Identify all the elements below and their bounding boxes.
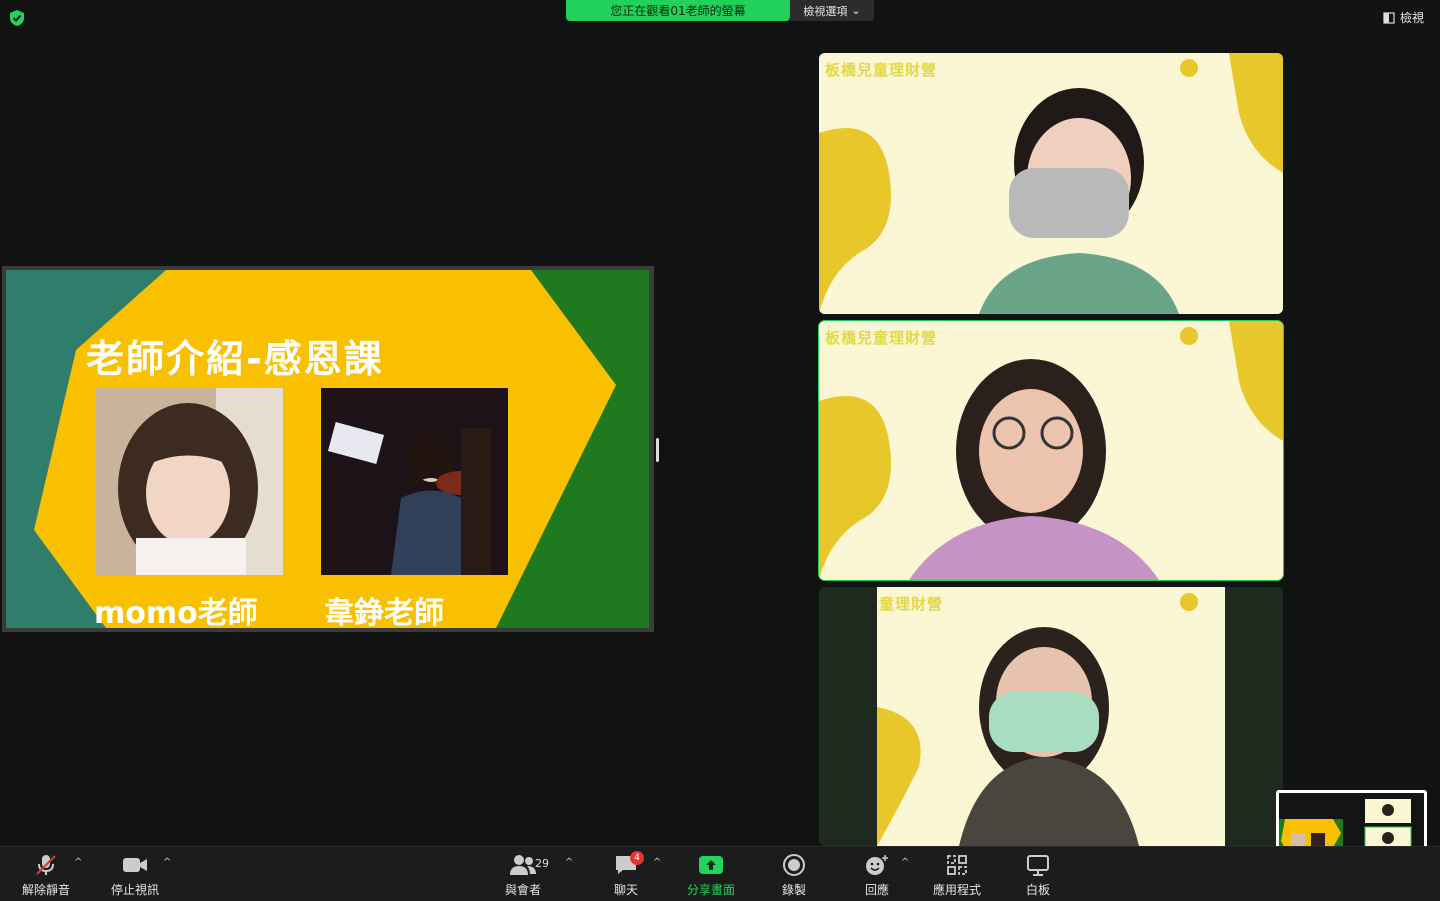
panel-resize-handle[interactable] [656, 438, 659, 462]
participant-3-video [819, 587, 1283, 846]
chevron-down-icon: ⌄ [851, 4, 861, 17]
banner-text: 您正在觀看01老師的螢幕 [610, 4, 746, 18]
video-options-caret-icon[interactable]: ^ [163, 857, 171, 868]
chat-unread-badge: 4 [630, 851, 644, 865]
teacher-photo-momo [96, 388, 283, 575]
participant-1-video [819, 53, 1283, 314]
chat-label: 聊天 [613, 883, 638, 897]
apps-icon [947, 855, 967, 875]
video-tile-participant-3[interactable]: 童理財營 [819, 587, 1283, 846]
reactions-options-caret-icon[interactable]: ^ [901, 857, 909, 868]
viewing-screen-banner: 您正在觀看01老師的螢幕 [566, 0, 790, 21]
tile-background-text: 板橋兒童理財營 [825, 329, 938, 347]
record-label: 錄製 [781, 883, 806, 897]
share-screen-button[interactable]: 分享畫面 [671, 853, 751, 898]
chat-options-caret-icon[interactable]: ^ [653, 857, 661, 868]
whiteboard-icon [1027, 855, 1049, 876]
record-button[interactable]: 錄製 [754, 853, 834, 898]
reactions-label: 回應 [864, 883, 889, 897]
whiteboard-button[interactable]: 白板 [998, 853, 1078, 898]
participants-button[interactable]: 29 與會者 [483, 853, 563, 898]
view-button[interactable]: 檢視 [1383, 9, 1424, 26]
apps-label: 應用程式 [932, 883, 981, 897]
meeting-toolbar: 解除靜音 ^ 停止視訊 ^ 29 與會者 ^ 4 聊天 ^ 分享畫面 錄製 回應… [0, 846, 1440, 901]
security-shield-icon[interactable] [9, 9, 25, 27]
share-screen-label: 分享畫面 [686, 883, 735, 897]
participants-count: 29 [535, 857, 549, 870]
stop-video-label: 停止視訊 [110, 883, 159, 897]
apps-button[interactable]: 應用程式 [917, 853, 997, 898]
participants-icon [510, 855, 536, 875]
view-options-label: 檢視選項 [803, 4, 848, 18]
record-icon [783, 854, 805, 876]
smiley-icon [866, 855, 888, 875]
video-tile-participant-2[interactable]: 板橋兒童理財營 [818, 320, 1284, 581]
participants-label: 與會者 [504, 883, 541, 897]
video-tile-participant-1[interactable]: 板橋兒童理財營 [819, 53, 1283, 314]
tile-background-text: 童理財營 [879, 595, 944, 613]
whiteboard-label: 白板 [1025, 883, 1050, 897]
slide-title: 老師介紹-感恩課 [86, 337, 384, 381]
share-screen-icon [699, 856, 723, 874]
participant-2-video [819, 321, 1283, 580]
shared-slide: 老師介紹-感恩課 momo老師 韋錚老師 [6, 270, 649, 628]
participants-options-caret-icon[interactable]: ^ [565, 857, 573, 868]
teacher-name-violinist: 韋錚老師 [324, 596, 444, 628]
unmute-label: 解除靜音 [21, 883, 70, 897]
audio-options-caret-icon[interactable]: ^ [74, 857, 82, 868]
teacher-photo-violinist [321, 388, 508, 575]
video-camera-icon [123, 858, 147, 872]
muted-microphone-icon [36, 855, 56, 875]
tile-background-text: 板橋兒童理財營 [825, 61, 938, 79]
teacher-name-momo: momo老師 [94, 596, 258, 628]
view-grid-icon [1383, 11, 1395, 24]
view-options-button[interactable]: 檢視選項 ⌄ [790, 0, 874, 21]
view-button-label: 檢視 [1399, 11, 1424, 25]
